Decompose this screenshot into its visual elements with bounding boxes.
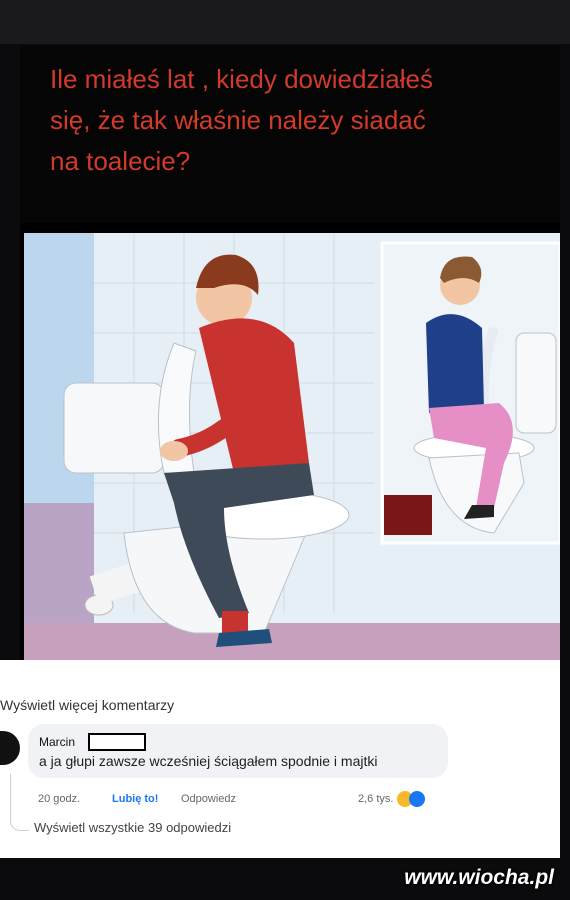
comment-author[interactable]: Marcin — [39, 735, 75, 749]
reply-button[interactable]: Odpowiedz — [181, 793, 236, 805]
view-replies-link[interactable]: Wyświetl wszystkie 39 odpowiedzi — [34, 820, 231, 835]
meme-title: Ile miałeś lat , kiedy dowiedziałeś się,… — [50, 64, 433, 176]
reply-thread-line — [10, 774, 29, 831]
comment-bubble: Marcin a ja głupi zawsze wcześniej ściąg… — [28, 724, 448, 778]
top-bar — [0, 0, 570, 44]
like-button[interactable]: Lubię to! — [112, 793, 158, 805]
avatar[interactable] — [0, 731, 20, 765]
like-reaction-icon — [409, 791, 426, 807]
comment-time[interactable]: 20 godz. — [38, 793, 80, 805]
comment-text: a ja głupi zawsze wcześniej ściągałem sp… — [39, 753, 378, 769]
meme-post: Ile miałeś lat , kiedy dowiedziałeś się,… — [20, 45, 560, 660]
reactions-summary[interactable]: 2,6 tys. — [358, 791, 426, 807]
watermark: www.wiocha.pl — [404, 866, 554, 889]
reaction-count: 2,6 tys. — [358, 793, 394, 805]
meme-illustration — [24, 233, 560, 660]
censor-box — [88, 733, 146, 751]
view-more-comments-link[interactable]: Wyświetl więcej komentarzy — [0, 697, 174, 713]
comments-panel: Wyświetl więcej komentarzy Marcin a ja g… — [0, 660, 560, 858]
meme-title-box: Ile miałeś lat , kiedy dowiedziałeś się,… — [20, 45, 560, 223]
